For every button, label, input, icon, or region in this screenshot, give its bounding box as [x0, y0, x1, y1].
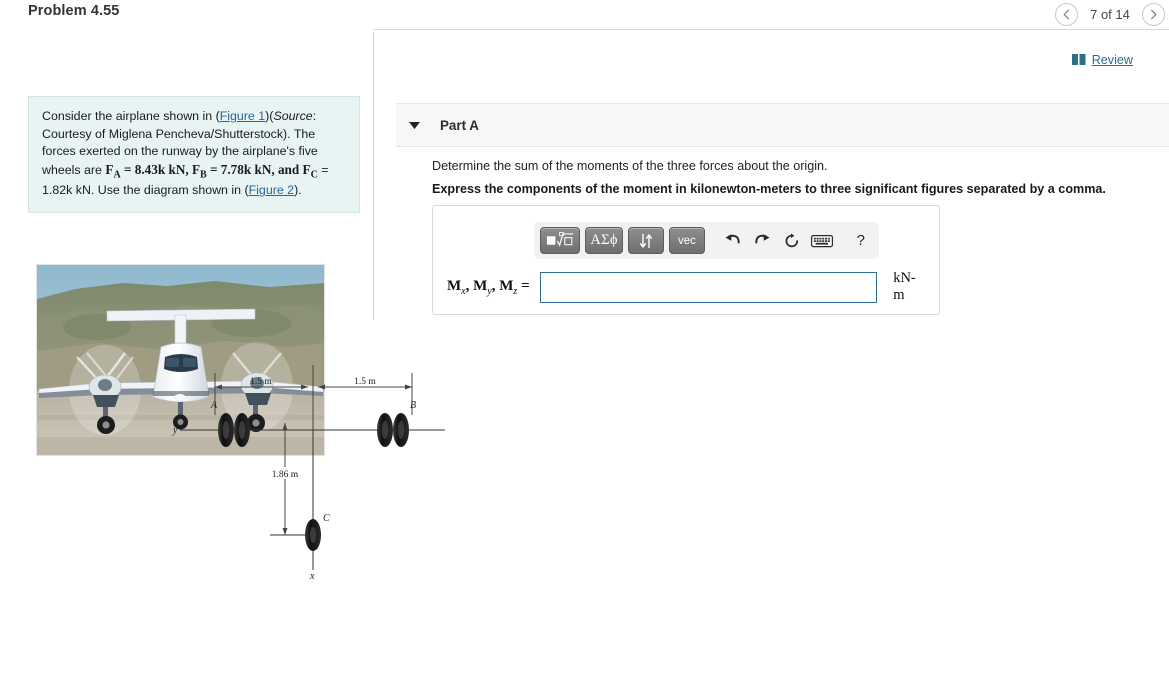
- updown-arrows-button[interactable]: [627, 227, 664, 254]
- force-b-value: = 7.78k kN, and: [206, 161, 303, 177]
- page-title: Problem 4.55: [28, 3, 120, 19]
- statement-source-word: Source: [273, 109, 313, 123]
- equals-sign: =: [521, 277, 530, 294]
- column-divider: [373, 32, 374, 320]
- mx-sub: x: [461, 285, 466, 297]
- answer-box: ΑΣϕ vec ? Mx, My, Mz = kN-m: [432, 205, 940, 315]
- mz-sub: z: [513, 285, 518, 297]
- reset-icon: [785, 232, 799, 247]
- y-axis-label: y: [172, 425, 178, 436]
- x-axis-label: x: [309, 571, 315, 582]
- question-text: Determine the sum of the moments of the …: [432, 159, 828, 173]
- answer-input[interactable]: [539, 271, 878, 303]
- caret-down-icon: [408, 121, 420, 129]
- book-icon: [1071, 54, 1086, 65]
- force-a-value: = 8.43k kN,: [120, 161, 192, 177]
- free-body-diagram: 1.5 m 1.5 m y x 1.86 m A B C: [172, 365, 445, 582]
- radical-template-icon: [546, 232, 574, 247]
- part-a-label: Part A: [440, 117, 479, 133]
- keyboard-icon: [811, 234, 834, 247]
- dimension-left-label: 1.5 m: [250, 377, 272, 387]
- next-problem-button[interactable]: [1142, 3, 1165, 26]
- redo-button[interactable]: [748, 227, 776, 254]
- chevron-right-icon: [1150, 9, 1157, 20]
- force-b-symbol: F: [191, 161, 201, 177]
- wheel-b-label: B: [410, 400, 416, 411]
- collapse-part-button[interactable]: [406, 121, 422, 129]
- pager-label: 7 of 14: [1090, 7, 1130, 22]
- part-a-header[interactable]: Part A: [396, 103, 1169, 147]
- mz-symbol: M: [499, 277, 514, 294]
- my-symbol: M: [473, 277, 488, 294]
- pager: 7 of 14: [1055, 0, 1165, 29]
- reset-button[interactable]: [778, 227, 806, 254]
- right-panel: Review Part A Determine the sum of the m…: [396, 29, 1169, 682]
- instruction-text: Express the components of the moment in …: [432, 182, 1106, 196]
- prev-problem-button[interactable]: [1055, 3, 1078, 26]
- template-button[interactable]: [540, 227, 581, 254]
- my-sub: y: [487, 285, 492, 297]
- force-a-subscript: A: [113, 169, 121, 181]
- figure-2-link[interactable]: Figure 2: [249, 183, 294, 197]
- force-c-symbol: F: [302, 161, 311, 177]
- mechanics-diagram: 1.5 m 1.5 m y x 1.86 m A B C: [170, 345, 470, 585]
- top-bar: Problem 4.55 7 of 14: [0, 0, 1169, 30]
- review-label: Review: [1091, 53, 1133, 67]
- undo-button[interactable]: [718, 227, 746, 254]
- problem-statement: Consider the airplane shown in (Figure 1…: [28, 96, 360, 214]
- force-c-subscript: C: [310, 169, 318, 181]
- vector-button[interactable]: vec: [668, 227, 705, 254]
- answer-row: Mx, My, Mz = kN-m: [447, 270, 927, 304]
- statement-tail: ).: [294, 183, 302, 198]
- help-button[interactable]: ?: [849, 227, 873, 254]
- wheel-c-label: C: [323, 513, 330, 524]
- mx-symbol: M: [447, 277, 462, 294]
- undo-icon: [725, 234, 740, 244]
- keyboard-button[interactable]: [808, 227, 836, 254]
- greek-symbols-button[interactable]: ΑΣϕ: [585, 227, 623, 254]
- dimension-right-label: 1.5 m: [354, 377, 376, 387]
- chevron-left-icon: [1063, 9, 1070, 20]
- wheel-a-label: A: [210, 400, 218, 411]
- dimension-down-label: 1.86 m: [272, 470, 299, 480]
- up-down-arrows-icon: [639, 233, 653, 248]
- answer-units: kN-m: [893, 270, 916, 303]
- statement-prefix: Consider the airplane shown in (: [42, 109, 220, 123]
- math-toolbar: ΑΣϕ vec ?: [534, 222, 879, 259]
- force-b-subscript: B: [200, 169, 207, 181]
- answer-variable-label: Mx, My, Mz =: [447, 277, 530, 297]
- redo-icon: [755, 234, 770, 244]
- review-link[interactable]: Review: [1071, 53, 1133, 67]
- figure-1-link[interactable]: Figure 1: [220, 109, 265, 123]
